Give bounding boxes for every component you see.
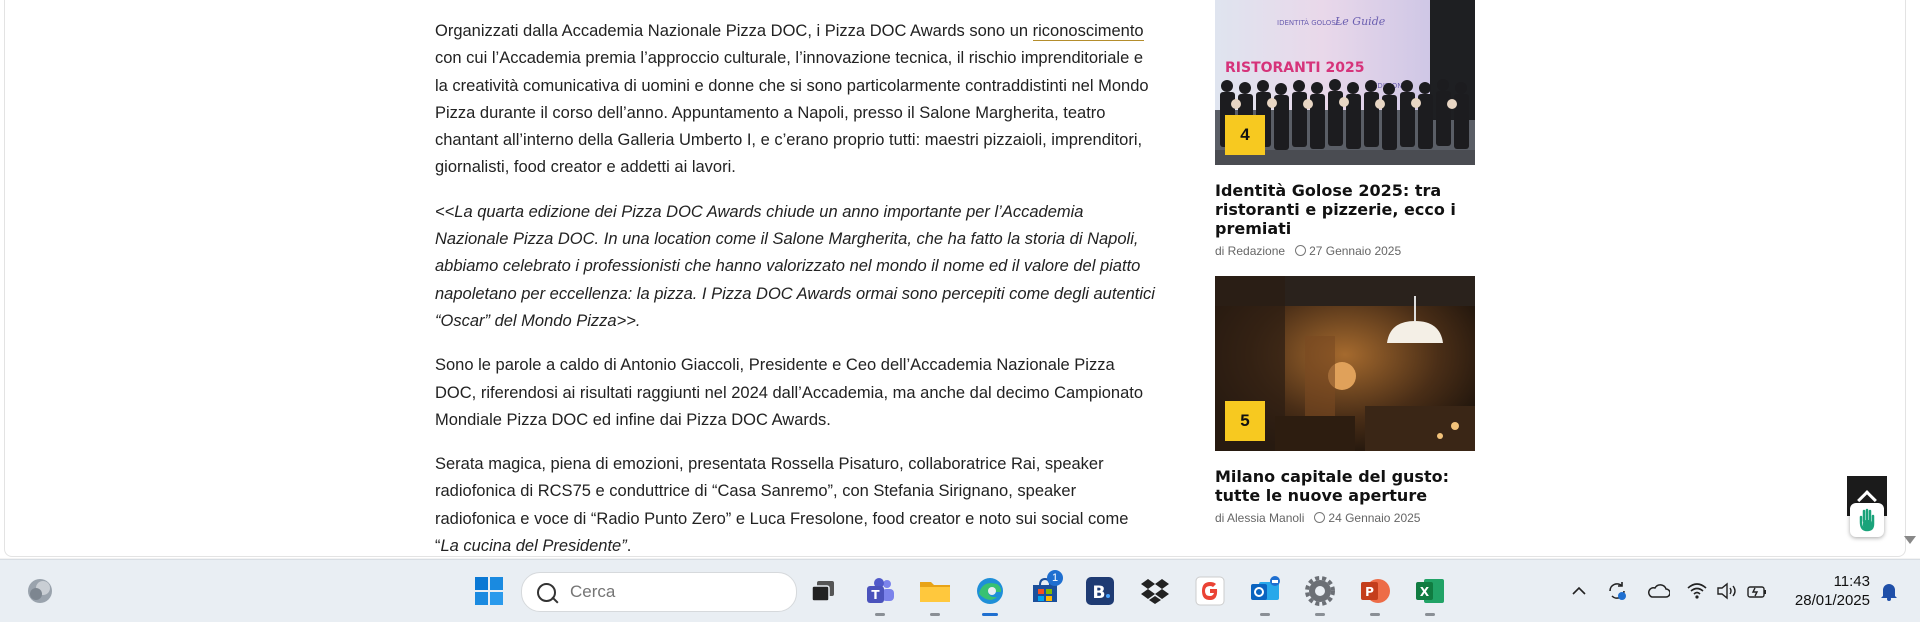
- banner-word-text: RISTORANTI 2025: [1225, 60, 1364, 76]
- outlook-button[interactable]: [1247, 574, 1283, 616]
- sidebar-card[interactable]: 5 Milano capitale del gusto: tutte le nu…: [1215, 276, 1477, 525]
- browser-viewport: Organizzati dalla Accademia Nazionale Pi…: [0, 0, 1920, 558]
- article-paragraph: Organizzati dalla Accademia Nazionale Pi…: [435, 22, 1149, 177]
- show-hidden-icons-button[interactable]: [1568, 580, 1590, 602]
- riconoscimento-link[interactable]: riconoscimento: [1032, 22, 1144, 41]
- svg-text:X: X: [1420, 585, 1430, 599]
- taskbar: T 1 B: [0, 559, 1920, 622]
- dropbox-icon: [1141, 579, 1169, 604]
- card-date: 24 Gennaio 2025: [1328, 511, 1421, 525]
- wifi-button[interactable]: [1685, 580, 1709, 602]
- svg-text:P: P: [1365, 585, 1374, 599]
- task-view-button[interactable]: [805, 574, 841, 608]
- web-page: Organizzati dalla Accademia Nazionale Pi…: [4, 0, 1906, 557]
- taskbar-clock[interactable]: 11:43 28/01/2025: [1780, 572, 1870, 610]
- article-paragraph: Serata magica, piena di emozioni, presen…: [435, 455, 1129, 556]
- cloud-icon: [1648, 584, 1670, 598]
- card-date: 27 Gennaio 2025: [1309, 244, 1402, 258]
- chevron-up-icon: [1572, 586, 1586, 595]
- scrollbar-down-arrow[interactable]: [1904, 536, 1916, 544]
- article-quote: <<La quarta edizione dei Pizza DOC Award…: [435, 202, 1155, 330]
- bell-icon: [1881, 584, 1897, 601]
- volume-button[interactable]: [1715, 580, 1739, 602]
- teams-button[interactable]: T: [862, 574, 898, 616]
- clock-icon: [1295, 245, 1307, 256]
- powerpoint-button[interactable]: P: [1357, 574, 1393, 616]
- banner-word-text: IDENTITÀ GOLOSE: [1277, 18, 1340, 27]
- card-title-link[interactable]: Identità Golose 2025: tra ristoranti e p…: [1215, 181, 1477, 238]
- settings-button[interactable]: [1302, 574, 1338, 616]
- notification-badge: 1: [1047, 570, 1063, 586]
- taskbar-search[interactable]: [521, 572, 797, 612]
- speaker-icon: [1717, 582, 1736, 600]
- battery-button[interactable]: [1745, 580, 1769, 602]
- wifi-icon: [1687, 583, 1707, 599]
- gear-icon: [1305, 576, 1335, 606]
- task-view-icon: [811, 581, 834, 602]
- teams-icon: T: [867, 578, 894, 603]
- svg-text:B: B: [1093, 583, 1106, 603]
- privacy-hand-icon: [1859, 508, 1875, 532]
- article-body: Organizzati dalla Accademia Nazionale Pi…: [435, 18, 1155, 558]
- excel-icon: X: [1416, 579, 1444, 603]
- article-paragraph: Sono le parole a caldo di Antonio Giacco…: [435, 356, 1144, 429]
- card-title-link[interactable]: Milano capitale del gusto: tutte le nuov…: [1215, 467, 1477, 505]
- booking-button[interactable]: B: [1082, 574, 1118, 608]
- start-button[interactable]: [471, 574, 507, 608]
- sidebar-card[interactable]: RISTORANTI 2025 IDENTITÀ GOLOSE Le Guide…: [1215, 0, 1477, 258]
- google-g-icon: [1195, 576, 1225, 606]
- search-icon: [537, 582, 556, 602]
- windows-logo-icon: [475, 577, 503, 605]
- powerpoint-icon: P: [1361, 579, 1390, 603]
- clock-date: 28/01/2025: [1794, 592, 1870, 609]
- folder-icon: [920, 582, 950, 602]
- onedrive-button[interactable]: [1645, 580, 1671, 602]
- card-meta: di Redazione 27 Gennaio 2025: [1215, 244, 1477, 258]
- edge-button[interactable]: [972, 574, 1008, 616]
- file-explorer-button[interactable]: [917, 574, 953, 616]
- dropbox-button[interactable]: [1137, 574, 1173, 608]
- card-author: di Redazione: [1215, 244, 1286, 258]
- sync-status-button[interactable]: [1605, 580, 1629, 602]
- card-image[interactable]: RISTORANTI 2025 IDENTITÀ GOLOSE Le Guide…: [1215, 0, 1475, 165]
- notifications-button[interactable]: [1878, 580, 1900, 602]
- card-image[interactable]: 5: [1215, 276, 1475, 451]
- clock-icon: [1314, 512, 1326, 523]
- excel-button[interactable]: X: [1412, 574, 1448, 616]
- rank-badge: 5: [1225, 401, 1265, 441]
- store-button[interactable]: 1: [1027, 570, 1063, 608]
- outlook-icon: [1251, 576, 1280, 600]
- battery-icon: [1747, 586, 1766, 598]
- booking-b-icon: B: [1086, 577, 1114, 605]
- search-input[interactable]: [568, 581, 772, 603]
- banner-word-text: Le Guide: [1334, 15, 1386, 28]
- privacy-settings-button[interactable]: [1850, 503, 1884, 537]
- svg-text:T: T: [871, 588, 880, 602]
- google-button[interactable]: [1192, 574, 1228, 608]
- widgets-button[interactable]: [22, 574, 58, 608]
- clock-time: 11:43: [1833, 573, 1870, 590]
- edge-browser-icon: [977, 578, 1003, 604]
- card-author: di Alessia Manoli: [1215, 511, 1305, 525]
- weather-widget-icon: [28, 579, 52, 603]
- sync-icon: [1609, 582, 1626, 600]
- rank-badge: 4: [1225, 115, 1265, 155]
- card-meta: di Alessia Manoli 24 Gennaio 2025: [1215, 511, 1477, 525]
